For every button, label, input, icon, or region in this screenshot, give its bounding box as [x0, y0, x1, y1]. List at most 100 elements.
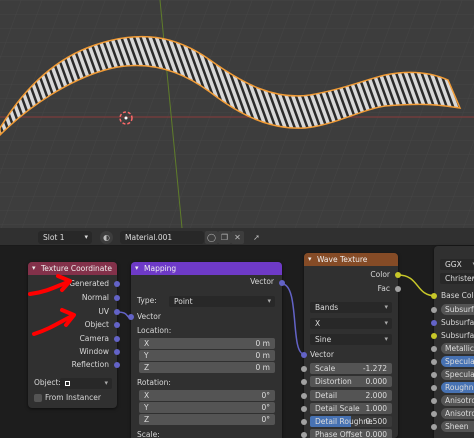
- wave-detail-field[interactable]: Detail 2.000: [310, 390, 392, 401]
- rotation-z-axis: Z: [144, 415, 150, 424]
- wave-detail-scale-field[interactable]: Detail Scale 1.000: [310, 403, 392, 414]
- mapping-output-socket[interactable]: [279, 280, 285, 286]
- bsdf-anisotropic-field[interactable]: Anisotropic: [441, 395, 474, 406]
- bsdf-anisotropic-socket[interactable]: [431, 398, 437, 404]
- bsdf-subsurface-radius-label: Subsurface R: [441, 318, 474, 327]
- mapping-output-label: Vector: [250, 277, 274, 286]
- rotation-y-value: 0°: [261, 403, 270, 412]
- wave-detail-value: 2.000: [365, 391, 387, 400]
- location-y-field[interactable]: Y 0 m: [139, 350, 275, 361]
- wave-scale-socket[interactable]: [301, 366, 307, 372]
- bsdf-metallic-socket[interactable]: [431, 346, 437, 352]
- from-instancer-label: From Instancer: [45, 393, 101, 402]
- bsdf-subsurface-color-socket[interactable]: [431, 333, 437, 339]
- location-x-field[interactable]: X 0 m: [139, 338, 275, 349]
- wave-vector-input-socket[interactable]: [301, 352, 307, 358]
- wave-scale-value: -1.272: [362, 364, 387, 373]
- location-x-value: 0 m: [255, 339, 270, 348]
- shader-editor[interactable]: Slot 1▾ ◐ Material.001 ◯ ❐ ✕ ➚ Texture C…: [0, 228, 474, 438]
- rotation-x-field[interactable]: X 0°: [139, 390, 275, 401]
- location-x-axis: X: [144, 339, 150, 348]
- wave-detail-roughness-socket[interactable]: [301, 419, 307, 425]
- bsdf-subsurface-socket[interactable]: [431, 307, 437, 313]
- wave-distortion-field[interactable]: Distortion 0.000: [310, 376, 392, 387]
- wave-texture-node[interactable]: Wave Texture Color Fac Bands X Sine Vect…: [301, 253, 401, 438]
- wave-color-socket[interactable]: [395, 272, 401, 278]
- wave-fac-socket[interactable]: [395, 286, 401, 292]
- wave-profile-value: Sine: [315, 335, 332, 344]
- bsdf-sheen-socket[interactable]: [431, 424, 437, 430]
- mapping-type-label: Type:: [137, 296, 157, 305]
- wave-phase-offset-value: 0.000: [365, 430, 387, 438]
- object-square-icon: [65, 381, 70, 386]
- bsdf-specular-tint-field[interactable]: Specular Ti: [441, 369, 474, 380]
- bsdf-specular-tint-socket[interactable]: [431, 372, 437, 378]
- 3d-viewport[interactable]: [0, 0, 474, 228]
- from-instancer-checkbox[interactable]: [34, 394, 42, 402]
- mapping-vector-input-socket[interactable]: [128, 314, 134, 320]
- rotation-x-axis: X: [144, 391, 150, 400]
- mapping-node[interactable]: Mapping Vector Type: Point Vector Locati…: [128, 262, 285, 438]
- bsdf-subsurface-radius-socket[interactable]: [431, 320, 437, 326]
- wave-type-value: Bands: [315, 303, 339, 312]
- wave-distortion-socket[interactable]: [301, 379, 307, 385]
- wave-detail-roughness-field[interactable]: Detail Roughne 0.500: [310, 416, 392, 427]
- principled-bsdf-node[interactable]: GGX Christensen Base Color Subsurface Su…: [431, 246, 474, 438]
- bsdf-distribution-value: GGX: [445, 260, 462, 269]
- mapping-type-dropdown[interactable]: Point: [169, 296, 275, 307]
- rotation-x-value: 0°: [261, 391, 270, 400]
- wave-detail-scale-value: 1.000: [365, 404, 387, 413]
- bsdf-specular-field[interactable]: Specular: [441, 356, 474, 367]
- wave-scale-label: Scale: [315, 364, 336, 373]
- mapping-title[interactable]: Mapping: [131, 262, 282, 275]
- red-arrow-annotations: [28, 274, 76, 336]
- bsdf-subsurface-field[interactable]: Subsurface: [441, 304, 474, 315]
- bsdf-roughness-field[interactable]: Roughness: [441, 382, 474, 393]
- bsdf-base-color-socket[interactable]: [431, 293, 437, 299]
- viewport-grid: [0, 0, 474, 228]
- wave-phase-offset-label: Phase Offset: [315, 430, 363, 438]
- bsdf-metallic-field[interactable]: Metallic: [441, 343, 474, 354]
- wave-to-bsdf-link: [397, 274, 437, 297]
- bsdf-subsurface-color-label: Subsurface C: [441, 331, 474, 340]
- wave-scale-field[interactable]: Scale -1.272: [310, 363, 392, 374]
- bsdf-sheen-field[interactable]: Sheen: [441, 421, 474, 432]
- location-z-axis: Z: [144, 363, 150, 372]
- wave-distortion-label: Distortion: [315, 377, 352, 386]
- rotation-label: Rotation:: [137, 378, 171, 387]
- object-picker[interactable]: [60, 378, 112, 389]
- viewport-scene[interactable]: [0, 0, 474, 228]
- object-field-label: Object:: [34, 378, 61, 387]
- wave-direction-value: X: [315, 319, 321, 328]
- rotation-z-value: 0°: [261, 415, 270, 424]
- rotation-y-field[interactable]: Y 0°: [139, 402, 275, 413]
- wave-type-dropdown[interactable]: Bands: [310, 302, 392, 313]
- bsdf-specular-socket[interactable]: [431, 359, 437, 365]
- scale-label: Scale:: [137, 430, 160, 438]
- bsdf-distribution-dropdown[interactable]: GGX: [440, 259, 474, 270]
- wave-detail-socket[interactable]: [301, 393, 307, 399]
- wave-detail-label: Detail: [315, 391, 338, 400]
- location-label: Location:: [137, 326, 172, 335]
- rotation-z-field[interactable]: Z 0°: [139, 414, 275, 425]
- bsdf-anisotropic-rotation-socket[interactable]: [431, 411, 437, 417]
- location-y-value: 0 m: [255, 351, 270, 360]
- bsdf-roughness-socket[interactable]: [431, 385, 437, 391]
- location-z-value: 0 m: [255, 363, 270, 372]
- wave-fac-output-label: Fac: [377, 284, 390, 293]
- rotation-y-axis: Y: [144, 403, 149, 412]
- wave-detail-scale-socket[interactable]: [301, 406, 307, 412]
- location-z-field[interactable]: Z 0 m: [139, 362, 275, 373]
- bsdf-subsurface-method-dropdown[interactable]: Christensen: [440, 273, 474, 284]
- wave-detail-roughness-value: 0.500: [365, 417, 387, 426]
- wave-phase-offset-socket[interactable]: [301, 432, 307, 438]
- wave-direction-dropdown[interactable]: X: [310, 318, 392, 329]
- bsdf-subsurface-method-value: Christensen: [445, 274, 474, 283]
- wave-texture-title[interactable]: Wave Texture: [304, 253, 398, 266]
- mapping-to-wave-link: [281, 283, 305, 355]
- wave-detail-scale-label: Detail Scale: [315, 404, 360, 413]
- location-y-axis: Y: [144, 351, 149, 360]
- wave-phase-offset-field[interactable]: Phase Offset 0.000: [310, 429, 392, 438]
- bsdf-anisotropic-rotation-field[interactable]: Anisotropic: [441, 408, 474, 419]
- wave-profile-dropdown[interactable]: Sine: [310, 334, 392, 345]
